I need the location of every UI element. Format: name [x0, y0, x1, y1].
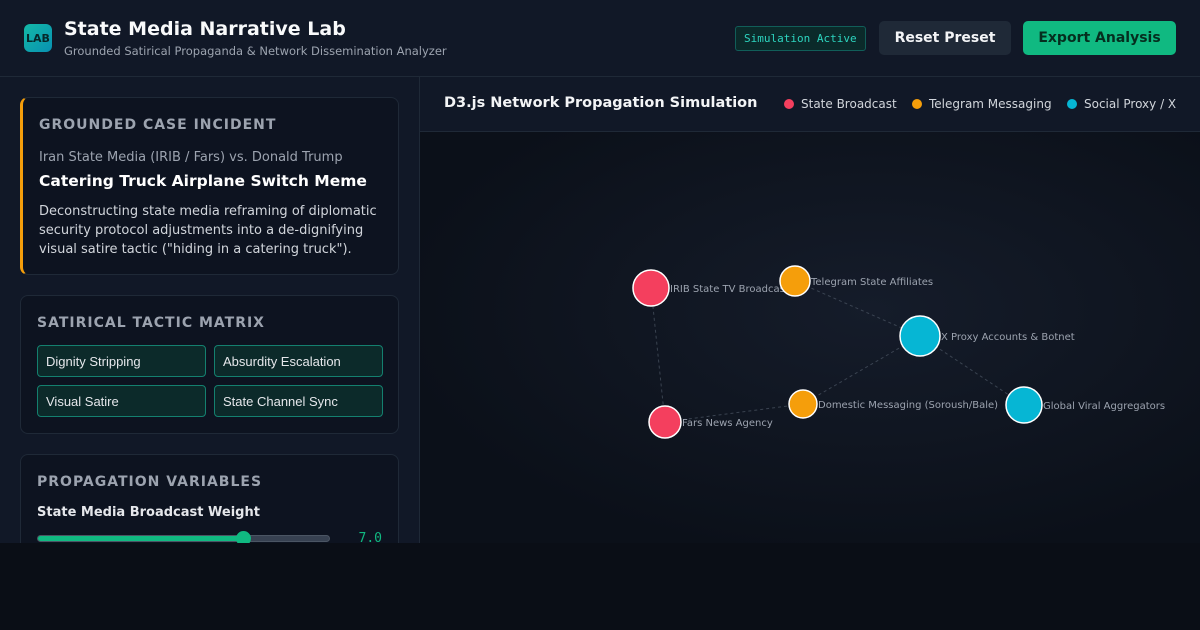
page-background [0, 543, 1200, 630]
app-window: LAB State Media Narrative Lab Grounded S… [0, 0, 1200, 543]
legend-dot-orange [912, 99, 922, 109]
network-node-fars[interactable] [648, 405, 682, 439]
legend-label: State Broadcast [801, 97, 897, 111]
network-panel-title: D3.js Network Propagation Simulation [444, 95, 758, 111]
legend-label: Social Proxy / X [1084, 97, 1177, 111]
network-node-proxy[interactable] [899, 315, 941, 357]
network-node-irib[interactable] [632, 269, 670, 307]
app-title: State Media Narrative Lab [64, 18, 346, 40]
network-node-label-dom: Domestic Messaging (Soroush/Bale) [818, 400, 998, 411]
network-node-agg[interactable] [1005, 386, 1043, 424]
export-analysis-button[interactable]: Export Analysis [1023, 21, 1176, 55]
network-node-dom[interactable] [788, 389, 818, 419]
legend-dot-cyan [1067, 99, 1077, 109]
legend-state-broadcast: State Broadcast [784, 97, 897, 111]
lab-logo: LAB [24, 24, 52, 52]
app-subtitle: Grounded Satirical Propaganda & Network … [64, 44, 447, 58]
slider-fill [38, 536, 244, 541]
tactic-matrix-card: SATIRICAL TACTIC MATRIX Dignity Strippin… [20, 295, 399, 434]
tactic-chip-absurdity-escalation[interactable]: Absurdity Escalation [214, 345, 383, 377]
broadcast-weight-label: State Media Broadcast Weight [37, 505, 260, 520]
broadcast-weight-value: 7.0 [358, 531, 382, 543]
tactic-chip-visual-satire[interactable]: Visual Satire [37, 385, 206, 417]
propagation-card: PROPAGATION VARIABLES State Media Broadc… [20, 454, 399, 543]
top-header: LAB State Media Narrative Lab Grounded S… [0, 0, 1200, 77]
reset-preset-button[interactable]: Reset Preset [879, 21, 1011, 55]
network-node-label-irib: IRIB State TV Broadcast [670, 284, 789, 295]
network-link-irib-fars [650, 287, 666, 423]
network-node-label-proxy: X Proxy Accounts & Botnet [941, 332, 1075, 343]
network-node-label-fars: Fars News Agency [682, 418, 773, 429]
network-panel: IRIB State TV Broadcast Fars News Agency T… [420, 77, 1200, 543]
incident-title: Catering Truck Airplane Switch Meme [39, 172, 367, 190]
broadcast-weight-slider[interactable] [37, 531, 330, 543]
propagation-heading: PROPAGATION VARIABLES [37, 474, 263, 490]
legend-label: Telegram Messaging [929, 97, 1052, 111]
legend-social-proxy: Social Proxy / X [1067, 97, 1176, 111]
network-graph[interactable]: IRIB State TV Broadcast Fars News Agency T… [420, 77, 1200, 543]
incident-card: GROUNDED CASE INCIDENT Iran State Media … [20, 97, 399, 275]
legend-dot-red [784, 99, 794, 109]
left-sidebar: GROUNDED CASE INCIDENT Iran State Media … [0, 77, 420, 543]
network-node-label-tg: Telegram State Affiliates [810, 277, 933, 288]
status-badge: Simulation Active [735, 26, 866, 51]
network-panel-header: D3.js Network Propagation Simulation Sta… [420, 77, 1200, 132]
slider-thumb[interactable] [235, 531, 251, 543]
tactic-chip-dignity-stripping[interactable]: Dignity Stripping [37, 345, 206, 377]
legend-telegram-messaging: Telegram Messaging [912, 97, 1052, 111]
network-node-label-agg: Global Viral Aggregators [1043, 401, 1165, 412]
tactic-heading: SATIRICAL TACTIC MATRIX [37, 315, 265, 331]
incident-heading: GROUNDED CASE INCIDENT [39, 117, 277, 133]
incident-description: Deconstructing state media reframing of … [39, 204, 377, 257]
tactic-chip-state-channel-sync[interactable]: State Channel Sync [214, 385, 383, 417]
network-node-tg[interactable] [779, 265, 811, 297]
incident-source: Iran State Media (IRIB / Fars) vs. Donal… [39, 150, 343, 165]
